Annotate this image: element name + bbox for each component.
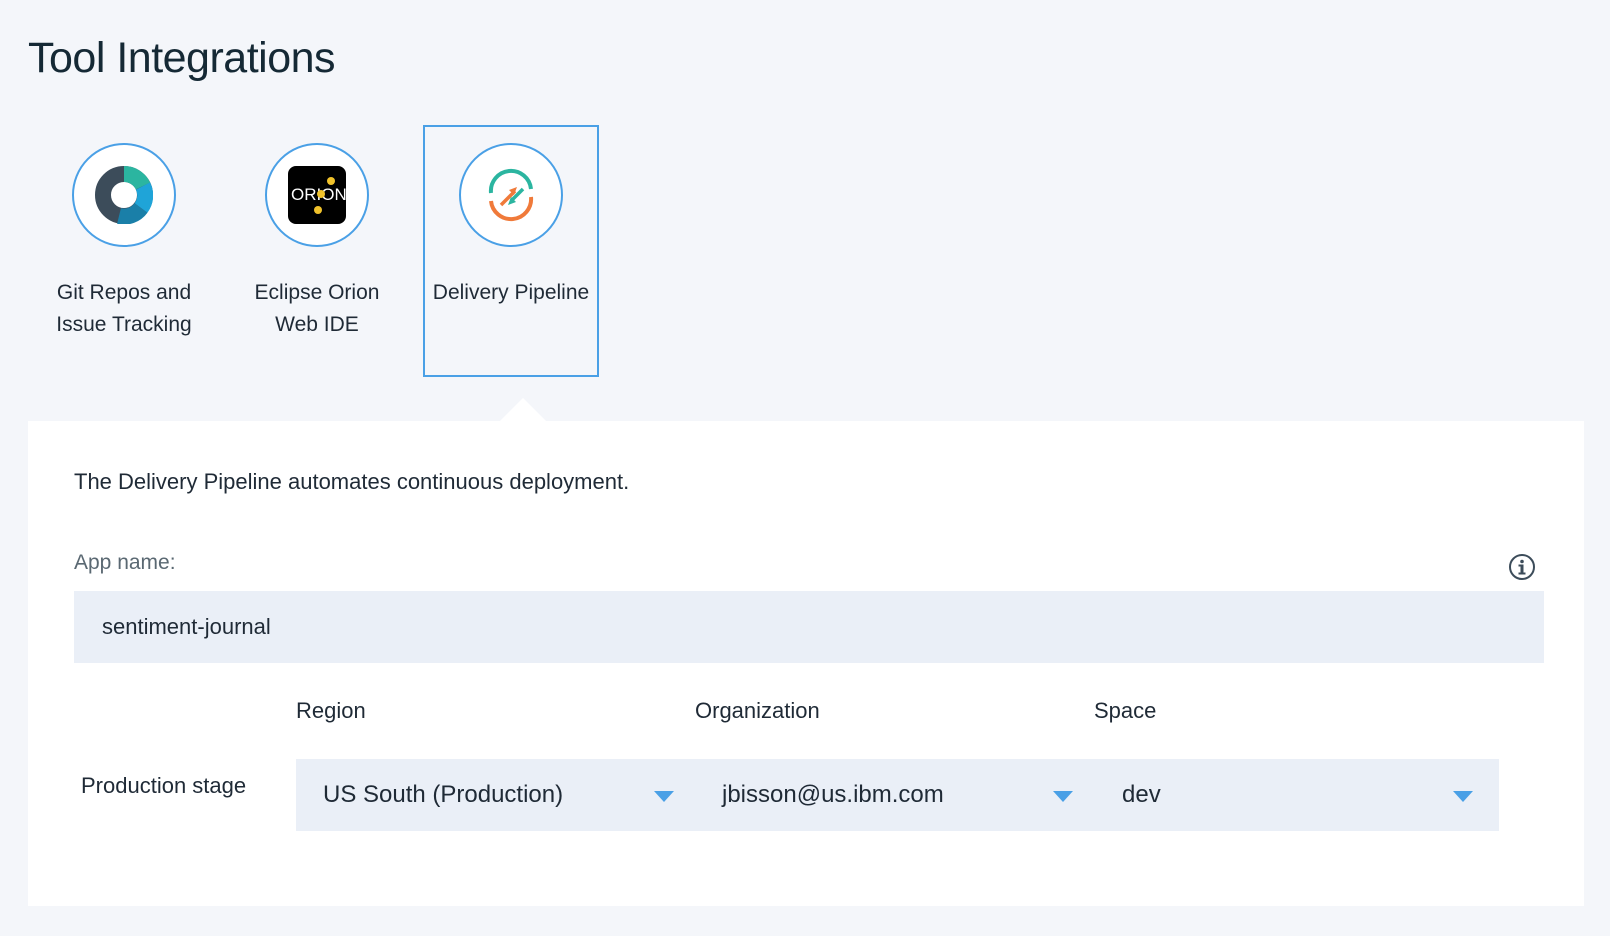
app-name-input[interactable] xyxy=(74,591,1544,663)
tool-label: Git Repos and Issue Tracking xyxy=(56,281,192,336)
git-repos-icon-wrapper xyxy=(72,143,176,247)
orion-icon: ORION xyxy=(288,166,347,224)
orion-icon-wrapper: ORION xyxy=(265,143,369,247)
tool-label: Eclipse Orion Web IDE xyxy=(254,281,380,336)
region-select[interactable]: US South (Production) xyxy=(296,759,700,831)
organization-select[interactable]: jbisson@us.ibm.com xyxy=(695,759,1099,831)
space-header: Space xyxy=(1094,698,1157,723)
tool-delivery-pipeline[interactable]: Delivery Pipeline xyxy=(423,125,599,377)
delivery-pipeline-icon xyxy=(488,168,534,222)
selection-caret xyxy=(499,398,547,422)
organization-header: Organization xyxy=(695,698,820,723)
chevron-down-icon xyxy=(1453,791,1473,802)
chevron-down-icon xyxy=(654,791,674,802)
organization-select-value: jbisson@us.ibm.com xyxy=(722,781,944,808)
chevron-down-icon xyxy=(1053,791,1073,802)
region-header: Region xyxy=(296,698,366,723)
production-stage-label: Production stage xyxy=(81,773,247,798)
tool-eclipse-orion[interactable]: ORION Eclipse Orion Web IDE xyxy=(229,125,405,377)
app-name-label: App name: xyxy=(74,551,176,574)
panel-description: The Delivery Pipeline automates continuo… xyxy=(74,469,630,494)
delivery-pipeline-icon-wrapper xyxy=(459,143,563,247)
space-select[interactable]: dev xyxy=(1095,759,1499,831)
space-select-value: dev xyxy=(1122,781,1161,808)
region-select-value: US South (Production) xyxy=(323,781,564,808)
tool-git-repos[interactable]: Git Repos and Issue Tracking xyxy=(36,125,212,377)
info-icon[interactable] xyxy=(1508,553,1536,581)
git-repos-icon xyxy=(95,166,153,224)
tool-config-panel: The Delivery Pipeline automates continuo… xyxy=(28,421,1584,906)
tool-label: Delivery Pipeline xyxy=(432,281,590,304)
page-title: Tool Integrations xyxy=(28,34,336,82)
